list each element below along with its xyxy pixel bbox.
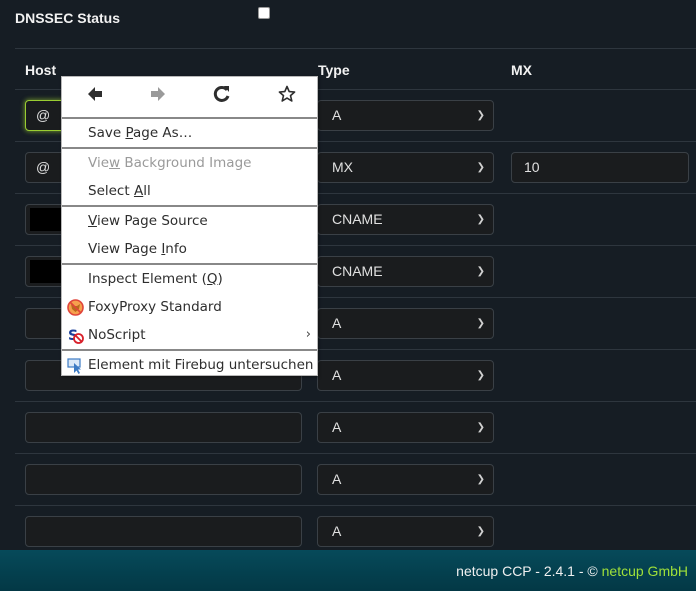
type-value: CNAME [332,263,383,279]
label-part: Select [88,183,134,199]
chevron-down-icon: ❯ [476,214,485,225]
label: FoxyProxy Standard [88,299,222,315]
type-value: CNAME [332,211,383,227]
chevron-down-icon: ❯ [476,474,485,485]
label: Element mit Firebug untersuchen [88,357,314,373]
column-header-host: Host [25,62,57,78]
menu-item-foxyproxy[interactable]: FoxyProxy Standard [62,293,317,321]
type-value: A [332,471,342,487]
type-select[interactable]: CNAME ❯ [317,204,494,235]
label-part: Vie [88,155,109,171]
foxyproxy-icon [67,299,84,316]
chevron-down-icon: ❯ [476,266,485,277]
reload-icon [213,85,230,102]
label-part: age As… [132,125,193,141]
submenu-arrow-icon: › [305,327,311,342]
type-select[interactable]: A ❯ [317,308,494,339]
host-input[interactable] [25,412,302,443]
host-input[interactable] [25,464,302,495]
footer-version: netcup CCP - 2.4.1 - © [456,563,602,579]
dns-record-row: A ❯ [0,464,696,516]
label-part: ll [143,183,151,199]
label-part: Background Image [120,155,252,171]
label-part: View Page [88,241,162,257]
type-value: A [332,315,342,331]
chevron-down-icon: ❯ [476,526,485,537]
type-select[interactable]: A ❯ [317,516,494,547]
menu-item-firebug-inspect[interactable]: Element mit Firebug untersuchen [62,351,317,379]
type-value: A [332,523,342,539]
star-icon [278,85,296,102]
chevron-down-icon: ❯ [476,370,485,381]
label-part: Save [88,125,126,141]
type-select[interactable]: A ❯ [317,360,494,391]
divider [15,505,696,506]
context-nav-row [62,77,317,119]
type-select[interactable]: MX ❯ [317,152,494,183]
menu-item-view-page-info[interactable]: View Page Info [62,235,317,263]
label: NoScript [88,327,146,343]
label-part: nfo [165,241,187,257]
mx-priority-input[interactable]: 10 [511,152,689,183]
access-key: P [125,125,133,141]
menu-item-select-all[interactable]: Select All [62,177,317,205]
footer-text: netcup CCP - 2.4.1 - © netcup GmbH [456,563,688,579]
dns-record-row: A ❯ [0,412,696,464]
menu-item-save-page-as[interactable]: Save Page As… [62,119,317,147]
column-header-type: Type [318,62,350,78]
chevron-down-icon: ❯ [476,422,485,433]
chevron-down-icon: ❯ [476,318,485,329]
reload-button[interactable] [210,85,234,109]
type-value: A [332,367,342,383]
menu-item-view-background-image[interactable]: View Background Image [62,149,317,177]
firebug-inspect-icon [67,358,81,374]
arrow-right-icon [151,87,165,101]
divider [15,453,696,454]
type-select[interactable]: A ❯ [317,100,494,131]
footer: netcup CCP - 2.4.1 - © netcup GmbH [0,550,696,591]
dnssec-status-label: DNSSEC Status [15,10,121,26]
access-key: w [109,155,121,171]
type-value: A [332,107,342,123]
context-menu: Save Page As… View Background Image Sele… [61,76,318,376]
type-select[interactable]: A ❯ [317,412,494,443]
dnssec-checkbox[interactable] [258,7,270,19]
noscript-icon: S [68,328,84,344]
access-key: Q [206,271,218,287]
divider [15,48,696,49]
arrow-left-icon [88,87,102,101]
access-key: V [88,213,97,229]
chevron-down-icon: ❯ [476,162,485,173]
label-part: iew Page Source [96,213,208,229]
label-part: Inspect Element ( [88,271,207,287]
type-select[interactable]: CNAME ❯ [317,256,494,287]
divider [15,401,696,402]
menu-item-noscript[interactable]: S NoScript › [62,321,317,349]
chevron-down-icon: ❯ [476,110,485,121]
type-value: A [332,419,342,435]
label-part: ) [217,271,223,287]
column-header-mx: MX [511,62,532,78]
bookmark-button[interactable] [275,85,299,109]
menu-item-inspect-element[interactable]: Inspect Element (Q) [62,265,317,293]
host-input[interactable] [25,516,302,547]
menu-item-view-page-source[interactable]: View Page Source [62,207,317,235]
type-select[interactable]: A ❯ [317,464,494,495]
netcup-gmbh-link[interactable]: netcup GmbH [602,563,688,579]
access-key: A [133,183,144,199]
back-button[interactable] [83,85,107,109]
type-value: MX [332,159,353,175]
forward-button[interactable] [146,85,170,109]
